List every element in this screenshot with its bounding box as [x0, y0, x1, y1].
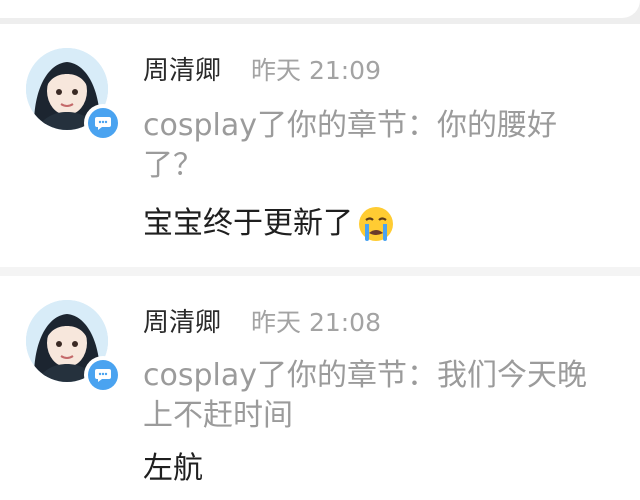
- reply-text: 宝宝终于更新了: [143, 206, 353, 241]
- comment-badge: [84, 104, 122, 142]
- username[interactable]: 周清卿: [143, 306, 221, 340]
- quoted-text[interactable]: cosplay了你的章节：你的腰好了？: [143, 106, 613, 186]
- timestamp: 昨天 21:08: [251, 308, 381, 337]
- avatar-container[interactable]: [26, 300, 122, 394]
- comment-badge: [84, 356, 122, 394]
- username[interactable]: 周清卿: [143, 54, 221, 88]
- timestamp: 昨天 21:09: [251, 56, 381, 85]
- avatar-container[interactable]: [26, 48, 122, 142]
- comment-icon: [88, 108, 118, 138]
- reply-text-row[interactable]: 左航: [143, 449, 203, 489]
- message-item[interactable]: 周清卿 昨天 21:09 cosplay了你的章节：你的腰好了？ 宝宝终于更新了: [0, 24, 640, 267]
- top-card: [0, 0, 640, 18]
- reply-text-row[interactable]: 宝宝终于更新了: [143, 204, 395, 244]
- comment-icon: [88, 360, 118, 390]
- divider: [0, 267, 640, 276]
- quoted-text[interactable]: cosplay了你的章节：我们今天晚上不赶时间: [143, 356, 613, 436]
- reply-text: 左航: [143, 451, 203, 486]
- message-item[interactable]: 周清卿 昨天 21:08 cosplay了你的章节：我们今天晚上不赶时间 左航: [0, 276, 640, 500]
- message-list: 周清卿 昨天 21:09 cosplay了你的章节：你的腰好了？ 宝宝终于更新了: [0, 24, 640, 500]
- loudly-crying-face-icon: [357, 205, 395, 243]
